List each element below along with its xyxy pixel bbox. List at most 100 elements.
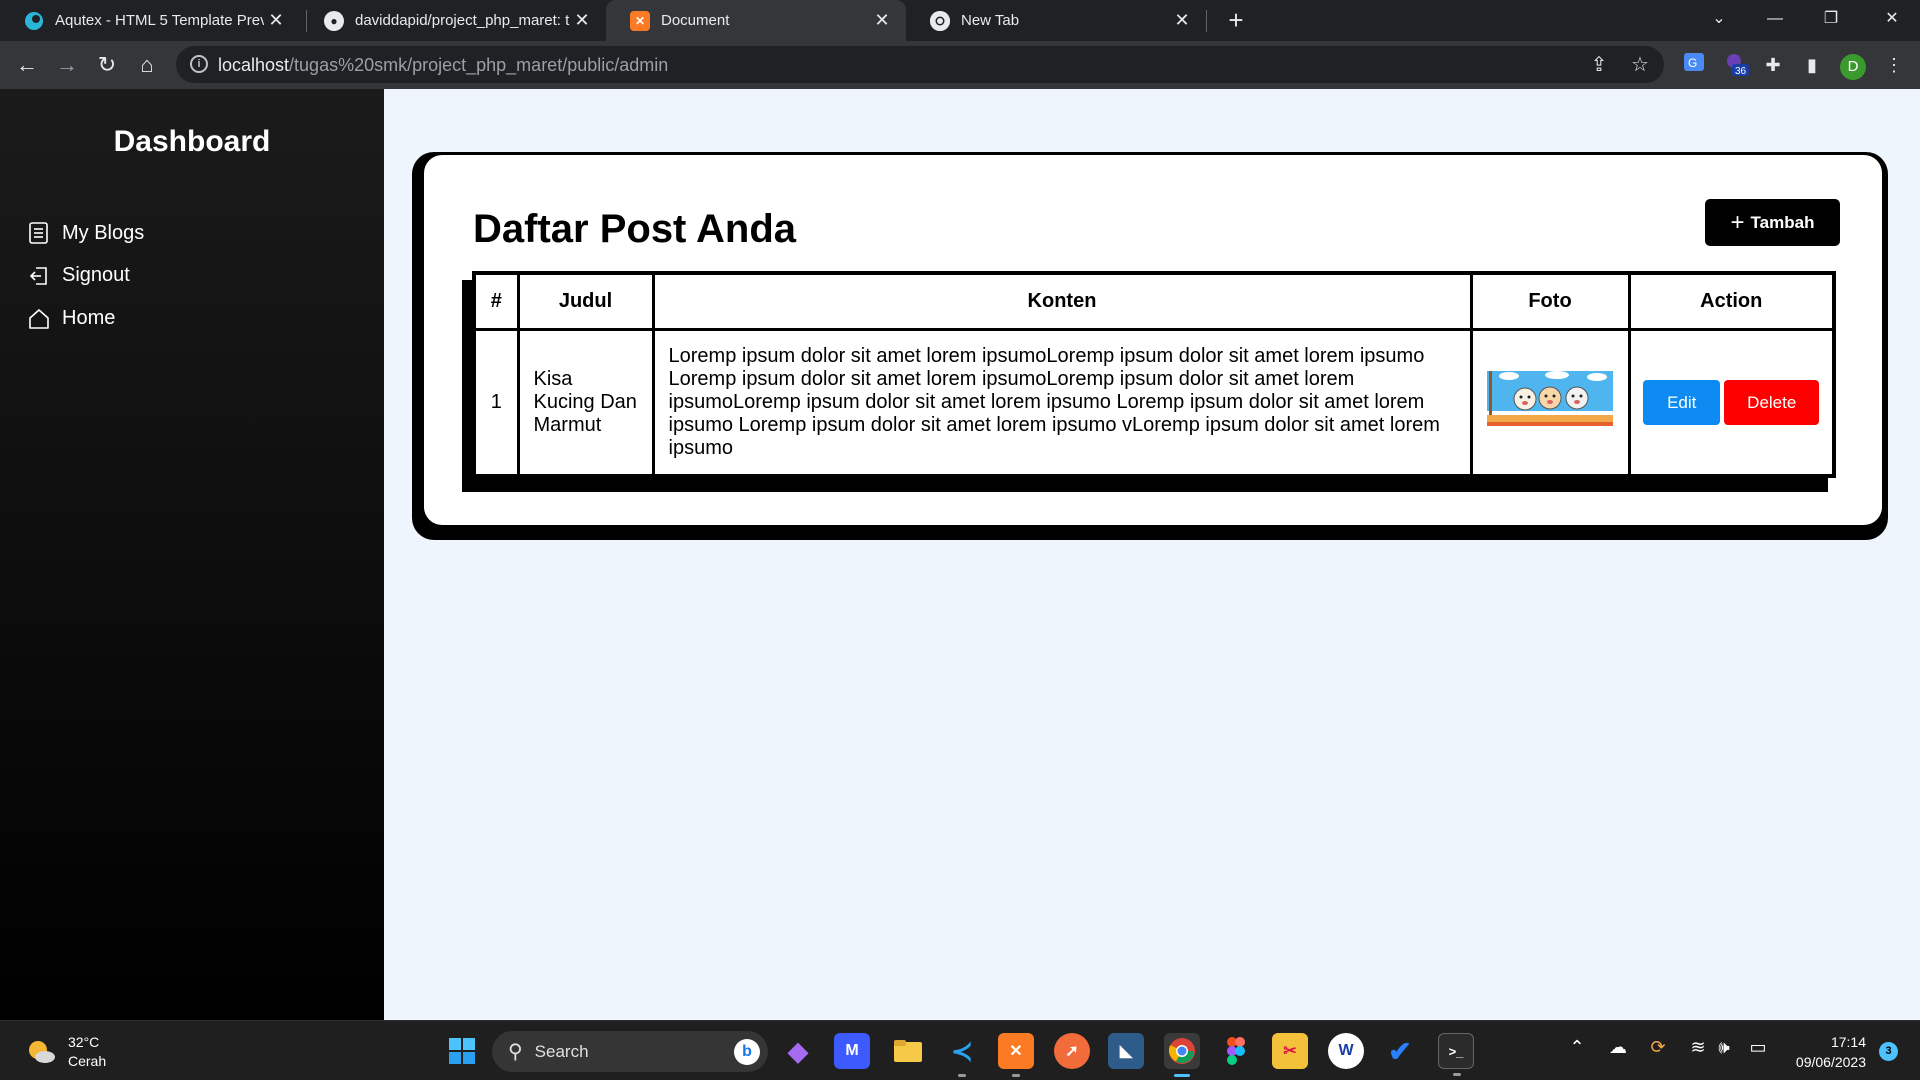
- volume-icon[interactable]: 🕪: [1710, 1037, 1738, 1058]
- forward-button[interactable]: →: [52, 50, 82, 80]
- weather-condition: Cerah: [68, 1053, 107, 1069]
- battery-icon[interactable]: ▭: [1744, 1037, 1772, 1058]
- row-judul: Kisa Kucing Dan Marmut: [516, 327, 655, 477]
- vs-code-insiders-icon[interactable]: M: [834, 1033, 870, 1069]
- windows-icon: [449, 1038, 475, 1064]
- sidebar-item-my-blogs[interactable]: My Blogs: [28, 221, 144, 245]
- github-icon: ●: [324, 10, 344, 31]
- edit-button[interactable]: Edit: [1643, 379, 1721, 425]
- new-tab-button[interactable]: +: [1220, 4, 1252, 36]
- taskbar: 32°C Cerah ⚲ Search b ◆ M ≺ ✕ ➚ ◣ ✂ W ✔ …: [0, 1020, 1920, 1080]
- puzzle-extensions-icon[interactable]: ✚: [1759, 51, 1787, 79]
- tab-title: daviddapid/project_php_maret: t: [355, 12, 570, 29]
- sidebar-item-signout[interactable]: Signout: [28, 264, 130, 287]
- tab-search-button[interactable]: ⌄: [1691, 0, 1747, 41]
- add-post-button[interactable]: + Tambah: [1705, 199, 1840, 246]
- clock-date: 09/06/2023: [1795, 1054, 1866, 1070]
- start-button[interactable]: [444, 1033, 480, 1069]
- taskbar-search[interactable]: ⚲ Search b: [492, 1031, 768, 1072]
- plus-icon: +: [1730, 208, 1745, 236]
- home-icon: [29, 308, 49, 329]
- share-icon[interactable]: ⇪: [1586, 52, 1612, 78]
- onedrive-cloud-icon[interactable]: ☁: [1604, 1037, 1632, 1058]
- minimize-button[interactable]: —: [1747, 0, 1803, 41]
- restore-button[interactable]: ❐: [1803, 0, 1859, 41]
- visual-studio-icon[interactable]: ◆: [780, 1033, 816, 1069]
- menu-kebab-icon[interactable]: ⋮: [1880, 51, 1908, 79]
- row-action-cell: Edit Delete: [1627, 327, 1836, 477]
- aqutex-icon: [24, 11, 44, 31]
- url-text[interactable]: localhost/tugas%20smk/project_php_maret/…: [218, 55, 668, 76]
- close-icon[interactable]: ✕: [870, 10, 894, 31]
- notification-badge[interactable]: 3: [1879, 1042, 1898, 1061]
- figma-icon[interactable]: [1218, 1033, 1254, 1069]
- search-placeholder: Search: [534, 1041, 589, 1061]
- column-header-foto: Foto: [1469, 271, 1631, 331]
- vs-code-icon[interactable]: ≺: [944, 1033, 980, 1077]
- chrome-icon[interactable]: [1164, 1033, 1200, 1077]
- side-panel-icon[interactable]: ▮: [1798, 51, 1826, 79]
- tab-document[interactable]: ✕ Document ✕: [606, 0, 906, 41]
- delete-button[interactable]: Delete: [1724, 379, 1820, 425]
- home-button[interactable]: ⌂: [132, 50, 162, 80]
- extension-icon[interactable]: 36: [1722, 51, 1750, 79]
- tab-github[interactable]: ● daviddapid/project_php_maret: t ✕: [300, 0, 606, 41]
- todo-icon[interactable]: ✔: [1382, 1033, 1418, 1069]
- row-konten: Loremp ipsum dolor sit amet lorem ipsumo…: [651, 327, 1473, 477]
- blog-list-icon: [29, 222, 48, 244]
- sidebar-item-label: Home: [62, 307, 116, 329]
- table-row: 1 Kisa Kucing Dan Marmut Loremp ipsum do…: [472, 327, 1836, 477]
- post-photo-thumbnail: [1487, 367, 1613, 431]
- svg-text:36: 36: [1735, 66, 1747, 77]
- site-info-icon[interactable]: i: [190, 55, 208, 73]
- weather-temperature: 32°C: [68, 1034, 100, 1050]
- column-header-number: #: [472, 271, 520, 331]
- tab-divider: [1206, 10, 1207, 32]
- column-header-judul: Judul: [516, 271, 655, 331]
- search-icon: ⚲: [508, 1041, 523, 1063]
- close-icon[interactable]: ✕: [1170, 10, 1194, 31]
- mysql-workbench-icon[interactable]: ◣: [1108, 1033, 1144, 1069]
- tab-title: Aqutex - HTML 5 Template Previe: [55, 12, 264, 29]
- xampp-icon[interactable]: ✕: [998, 1033, 1034, 1077]
- postman-icon[interactable]: ➚: [1054, 1033, 1090, 1069]
- address-bar[interactable]: i localhost/tugas%20smk/project_php_mare…: [176, 46, 1664, 83]
- posts-table: # Judul Konten Foto Action 1 Kisa Kucing…: [472, 271, 1836, 478]
- sidebar-item-home[interactable]: Home: [28, 307, 115, 330]
- sync-icon[interactable]: ⟳: [1644, 1037, 1672, 1058]
- column-header-action: Action: [1627, 271, 1836, 331]
- sidebar-item-label: Signout: [62, 264, 130, 286]
- add-post-label: Tambah: [1750, 212, 1815, 232]
- sticky-tools-icon[interactable]: ✂: [1272, 1033, 1308, 1069]
- profile-avatar[interactable]: D: [1839, 51, 1867, 80]
- tab-aqutex[interactable]: Aqutex - HTML 5 Template Previe ✕: [0, 0, 300, 41]
- xampp-icon: ✕: [630, 10, 650, 31]
- row-foto-cell: [1469, 327, 1631, 477]
- signout-icon: [29, 266, 47, 285]
- close-icon[interactable]: ✕: [264, 10, 288, 31]
- file-explorer-icon[interactable]: [890, 1033, 926, 1069]
- bookmark-star-icon[interactable]: ☆: [1627, 52, 1653, 78]
- browser-tabstrip: Aqutex - HTML 5 Template Previe ✕ ● davi…: [0, 0, 1920, 41]
- column-header-konten: Konten: [651, 271, 1473, 331]
- google-translate-icon[interactable]: G: [1680, 51, 1708, 79]
- page-title: Daftar Post Anda: [473, 207, 797, 251]
- bing-icon[interactable]: b: [734, 1038, 760, 1065]
- back-button[interactable]: ←: [12, 50, 42, 80]
- tab-new-tab[interactable]: New Tab ✕: [906, 0, 1206, 41]
- partly-sunny-icon: [29, 1041, 55, 1063]
- terminal-icon[interactable]: >_: [1438, 1033, 1474, 1076]
- tab-title: New Tab: [961, 12, 1020, 29]
- wifi-icon[interactable]: ≋: [1684, 1037, 1712, 1058]
- writer-app-icon[interactable]: W: [1328, 1033, 1364, 1069]
- show-hidden-icons-chevron-icon[interactable]: ⌃: [1563, 1037, 1591, 1058]
- close-icon[interactable]: ✕: [570, 10, 594, 31]
- close-window-button[interactable]: ✕: [1864, 0, 1920, 41]
- sidebar-item-label: My Blogs: [62, 221, 145, 244]
- system-clock[interactable]: 17:14 09/06/2023: [1796, 1032, 1866, 1072]
- weather-widget[interactable]: 32°C Cerah: [26, 1033, 106, 1071]
- posts-card: Daftar Post Anda + Tambah # Judul Konten…: [424, 155, 1882, 525]
- browser-toolbar: ← → ↻ ⌂ i localhost/tugas%20smk/project_…: [0, 41, 1920, 89]
- sidebar-brand: Dashboard: [113, 125, 271, 158]
- reload-button[interactable]: ↻: [92, 50, 122, 80]
